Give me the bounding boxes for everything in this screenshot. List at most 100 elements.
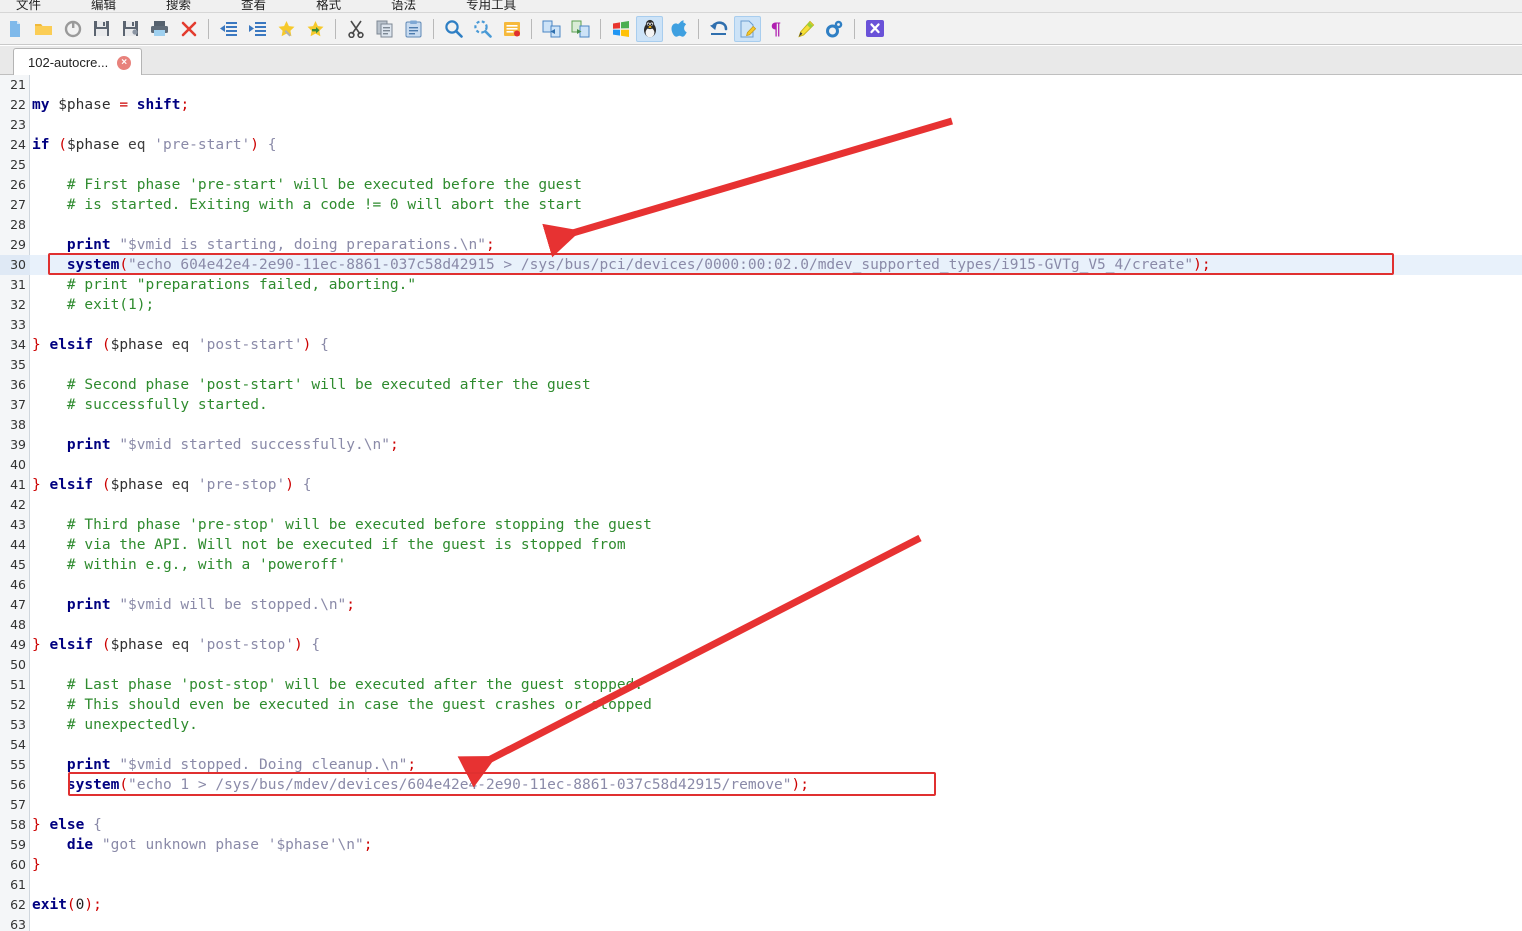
- line-code[interactable]: print "$vmid will be stopped.\n";: [30, 595, 1522, 615]
- bookmark-toggle-icon[interactable]: [273, 16, 300, 42]
- code-line-26[interactable]: 26 # First phase 'pre-start' will be exe…: [0, 175, 1522, 195]
- code-line-59[interactable]: 59 die "got unknown phase '$phase'\n";: [0, 835, 1522, 855]
- code-line-42[interactable]: 42: [0, 495, 1522, 515]
- bookmark-next-icon[interactable]: [302, 16, 329, 42]
- code-line-29[interactable]: 29 print "$vmid is starting, doing prepa…: [0, 235, 1522, 255]
- exit-icon[interactable]: [861, 16, 888, 42]
- code-line-39[interactable]: 39 print "$vmid started successfully.\n"…: [0, 435, 1522, 455]
- line-code[interactable]: [30, 455, 1522, 475]
- open-folder-icon[interactable]: [30, 16, 57, 42]
- code-line-48[interactable]: 48: [0, 615, 1522, 635]
- code-line-27[interactable]: 27 # is started. Exiting with a code != …: [0, 195, 1522, 215]
- cut-icon[interactable]: [342, 16, 369, 42]
- linux-eol-icon[interactable]: [636, 15, 663, 42]
- code-line-37[interactable]: 37 # successfully started.: [0, 395, 1522, 415]
- line-code[interactable]: print "$vmid is starting, doing preparat…: [30, 235, 1522, 255]
- code-line-50[interactable]: 50: [0, 655, 1522, 675]
- line-code[interactable]: exit(0);: [30, 895, 1522, 915]
- code-line-56[interactable]: 56 system("echo 1 > /sys/bus/mdev/device…: [0, 775, 1522, 795]
- line-code[interactable]: # print "preparations failed, aborting.": [30, 275, 1522, 295]
- line-code[interactable]: [30, 915, 1522, 931]
- tab-102-autocre[interactable]: 102-autocre... ×: [13, 48, 143, 76]
- code-line-47[interactable]: 47 print "$vmid will be stopped.\n";: [0, 595, 1522, 615]
- menu-item-6[interactable]: 专用工具: [460, 0, 522, 13]
- windows-eol-icon[interactable]: [607, 16, 634, 42]
- code-line-49[interactable]: 49} elsif ($phase eq 'post-stop') {: [0, 635, 1522, 655]
- reload-icon[interactable]: [59, 16, 86, 42]
- menu-item-4[interactable]: 格式: [310, 0, 347, 13]
- line-code[interactable]: if ($phase eq 'pre-start') {: [30, 135, 1522, 155]
- code-line-33[interactable]: 33: [0, 315, 1522, 335]
- line-code[interactable]: } elsif ($phase eq 'post-stop') {: [30, 635, 1522, 655]
- show-pilcrow-icon[interactable]: ¶: [763, 16, 790, 42]
- code-line-55[interactable]: 55 print "$vmid stopped. Doing cleanup.\…: [0, 755, 1522, 775]
- line-code[interactable]: [30, 575, 1522, 595]
- line-code[interactable]: [30, 495, 1522, 515]
- line-code[interactable]: # Third phase 'pre-stop' will be execute…: [30, 515, 1522, 535]
- code-line-21[interactable]: 21: [0, 75, 1522, 95]
- code-line-24[interactable]: 24 if ($phase eq 'pre-start') {: [0, 135, 1522, 155]
- line-code[interactable]: [30, 215, 1522, 235]
- goto-line-icon[interactable]: [498, 16, 525, 42]
- line-code[interactable]: [30, 875, 1522, 895]
- code-line-63[interactable]: 63: [0, 915, 1522, 931]
- code-line-46[interactable]: 46: [0, 575, 1522, 595]
- code-line-35[interactable]: 35: [0, 355, 1522, 375]
- line-code[interactable]: my $phase = shift;: [30, 95, 1522, 115]
- line-code[interactable]: } else {: [30, 815, 1522, 835]
- code-line-41[interactable]: 41} elsif ($phase eq 'pre-stop') {: [0, 475, 1522, 495]
- code-line-25[interactable]: 25: [0, 155, 1522, 175]
- new-file-icon[interactable]: [1, 16, 28, 42]
- line-code[interactable]: [30, 615, 1522, 635]
- code-editor[interactable]: 21 22 my $phase = shift; 23 24 if ($phase eq …: [0, 75, 1522, 931]
- code-line-31[interactable]: 31 # print "preparations failed, abortin…: [0, 275, 1522, 295]
- code-line-61[interactable]: 61: [0, 875, 1522, 895]
- menu-item-3[interactable]: 查看: [235, 0, 272, 13]
- copy-icon[interactable]: [371, 16, 398, 42]
- line-code[interactable]: print "$vmid started successfully.\n";: [30, 435, 1522, 455]
- code-line-43[interactable]: 43 # Third phase 'pre-stop' will be exec…: [0, 515, 1522, 535]
- undo-icon[interactable]: [705, 16, 732, 42]
- line-code[interactable]: die "got unknown phase '$phase'\n";: [30, 835, 1522, 855]
- mac-eol-icon[interactable]: [665, 16, 692, 42]
- line-code[interactable]: } elsif ($phase eq 'pre-stop') {: [30, 475, 1522, 495]
- code-line-54[interactable]: 54: [0, 735, 1522, 755]
- line-code[interactable]: [30, 115, 1522, 135]
- menu-item-0[interactable]: 文件: [10, 0, 47, 13]
- line-code[interactable]: # This should even be executed in case t…: [30, 695, 1522, 715]
- menu-item-5[interactable]: 语法: [385, 0, 422, 13]
- unindent-icon[interactable]: [215, 16, 242, 42]
- compare-left-icon[interactable]: [538, 16, 565, 42]
- line-code[interactable]: # is started. Exiting with a code != 0 w…: [30, 195, 1522, 215]
- indent-icon[interactable]: [244, 16, 271, 42]
- code-line-30[interactable]: 30 system("echo 604e42e4-2e90-11ec-8861-…: [0, 255, 1522, 275]
- code-line-45[interactable]: 45 # within e.g., with a 'poweroff': [0, 555, 1522, 575]
- line-code[interactable]: # successfully started.: [30, 395, 1522, 415]
- code-line-52[interactable]: 52 # This should even be executed in cas…: [0, 695, 1522, 715]
- code-line-53[interactable]: 53 # unexpectedly.: [0, 715, 1522, 735]
- code-line-28[interactable]: 28: [0, 215, 1522, 235]
- line-code[interactable]: [30, 75, 1522, 95]
- line-code[interactable]: [30, 735, 1522, 755]
- compare-right-icon[interactable]: [567, 16, 594, 42]
- line-code[interactable]: # within e.g., with a 'poweroff': [30, 555, 1522, 575]
- code-line-44[interactable]: 44 # via the API. Will not be executed i…: [0, 535, 1522, 555]
- find-icon[interactable]: [440, 16, 467, 42]
- find-replace-icon[interactable]: [469, 16, 496, 42]
- line-code[interactable]: [30, 155, 1522, 175]
- redo-edit-icon[interactable]: [734, 15, 761, 42]
- code-line-62[interactable]: 62 exit(0);: [0, 895, 1522, 915]
- line-code[interactable]: # via the API. Will not be executed if t…: [30, 535, 1522, 555]
- print-icon[interactable]: [146, 16, 173, 42]
- code-line-32[interactable]: 32 # exit(1);: [0, 295, 1522, 315]
- code-line-60[interactable]: 60}: [0, 855, 1522, 875]
- code-line-38[interactable]: 38: [0, 415, 1522, 435]
- line-code[interactable]: }: [30, 855, 1522, 875]
- line-code[interactable]: system("echo 604e42e4-2e90-11ec-8861-037…: [30, 255, 1522, 275]
- line-code[interactable]: # Second phase 'post-start' will be exec…: [30, 375, 1522, 395]
- code-line-57[interactable]: 57: [0, 795, 1522, 815]
- save-as-icon[interactable]: [117, 16, 144, 42]
- line-code[interactable]: [30, 795, 1522, 815]
- line-code[interactable]: [30, 415, 1522, 435]
- code-line-51[interactable]: 51 # Last phase 'post-stop' will be exec…: [0, 675, 1522, 695]
